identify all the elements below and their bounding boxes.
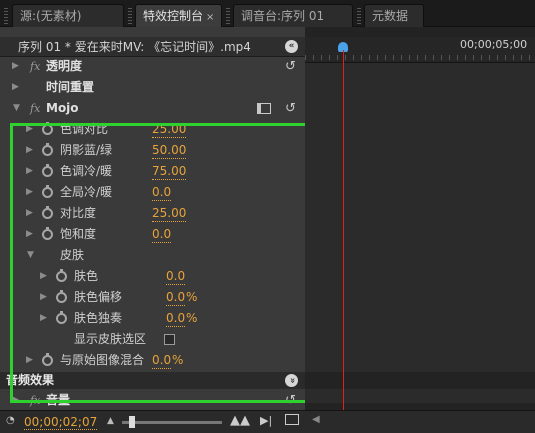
- zoom-in-icon[interactable]: ▲▲: [230, 413, 250, 428]
- tab-source-label: 源:(无素材): [20, 9, 82, 23]
- bottom-toolbar: ◔ 00;00;02;07 ▲ ▲▲ ▶| ◀: [0, 410, 535, 433]
- clock-icon: ◔: [6, 415, 15, 426]
- tab-grip[interactable]: [128, 8, 132, 24]
- keyframe-area[interactable]: [305, 63, 535, 403]
- effect-label: 透明度: [46, 59, 83, 73]
- time-ruler[interactable]: 00;00;05;00: [305, 37, 535, 63]
- effect-options-icon[interactable]: [257, 103, 271, 114]
- tab-audio-mixer-label: 调音台:序列 01: [241, 9, 325, 23]
- tab-effect-controls-label: 特效控制台: [143, 9, 204, 23]
- fx-icon[interactable]: fx: [30, 98, 40, 119]
- zoom-slider[interactable]: [122, 421, 222, 424]
- tab-source[interactable]: 源:(无素材): [12, 4, 124, 27]
- tab-grip[interactable]: [226, 8, 230, 24]
- effect-row-opacity[interactable]: ▶ fx 透明度 ↺: [0, 56, 305, 77]
- zoom-out-icon[interactable]: ▲: [107, 416, 114, 426]
- tab-metadata-label: 元数据: [372, 9, 409, 23]
- clip-header: 序列 01 * 爱在来时MV: 《忘记时间》.mp4 «: [0, 37, 305, 57]
- play-audio-icon[interactable]: ▶|: [260, 414, 272, 427]
- scroll-left-icon[interactable]: ◀: [312, 414, 320, 425]
- effect-label: 时间重置: [46, 80, 95, 94]
- show-timeline-button[interactable]: «: [285, 40, 298, 53]
- tab-grip[interactable]: [4, 8, 8, 24]
- tab-grip[interactable]: [357, 8, 361, 24]
- expand-triangle-icon[interactable]: ▶: [12, 77, 19, 98]
- expand-triangle-icon[interactable]: ▶: [12, 56, 19, 77]
- effect-row-time-remap[interactable]: ▶ 时间重置: [0, 77, 305, 98]
- playhead-line: [343, 50, 344, 412]
- close-icon[interactable]: ×: [206, 12, 214, 23]
- fx-icon[interactable]: fx: [30, 56, 40, 77]
- selection-highlight: [10, 123, 309, 403]
- reset-icon[interactable]: ↺: [285, 56, 296, 77]
- effect-timeline: 00;00;05;00: [305, 27, 535, 433]
- zoom-slider-handle[interactable]: [129, 416, 135, 428]
- ruler-ticks: [305, 55, 535, 60]
- panel-tab-bar: 源:(无素材) 特效控制台 × 调音台:序列 01 元数据: [0, 0, 535, 28]
- tab-audio-mixer[interactable]: 调音台:序列 01: [233, 4, 353, 27]
- effect-label: Mojo: [46, 101, 79, 115]
- tab-effect-controls[interactable]: 特效控制台 ×: [135, 4, 222, 28]
- effect-row-mojo[interactable]: ▼ fx Mojo ↺: [0, 98, 305, 119]
- effect-controls-panel: 序列 01 * 爱在来时MV: 《忘记时间》.mp4 « ▶ fx 透明度 ↺ …: [0, 27, 309, 433]
- current-timecode[interactable]: 00;00;02;07: [24, 415, 98, 430]
- reset-icon[interactable]: ↺: [285, 98, 296, 119]
- ruler-timecode: 00;00;05;00: [460, 38, 528, 51]
- tab-metadata[interactable]: 元数据: [364, 4, 424, 27]
- audio-track-band: [305, 372, 535, 389]
- export-icon[interactable]: [285, 414, 299, 425]
- collapse-triangle-icon[interactable]: ▼: [13, 98, 20, 119]
- clip-title: 序列 01 * 爱在来时MV: 《忘记时间》.mp4: [18, 40, 251, 54]
